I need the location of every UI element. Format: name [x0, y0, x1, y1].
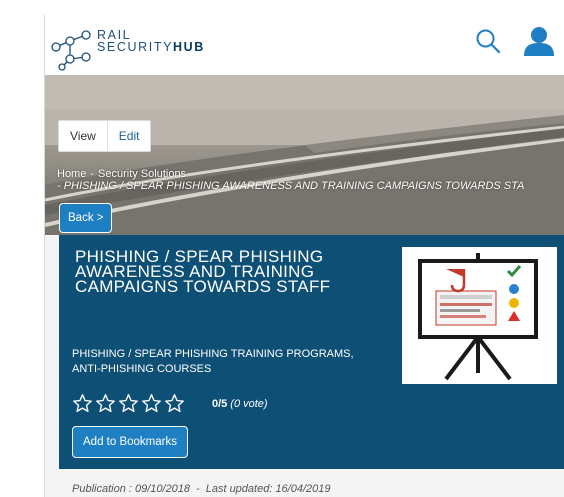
railway-background-image [45, 75, 564, 235]
star-icon[interactable] [72, 393, 93, 414]
site-header: RAIL SECURITYHUB [45, 15, 564, 75]
publication-info: Publication : 09/10/2018- Last updated: 1… [72, 483, 331, 495]
breadcrumb: Home - Security Solutions - PHISHING / SPE… [57, 168, 564, 192]
back-button[interactable]: Back > [59, 203, 113, 233]
star-icon[interactable] [141, 393, 162, 414]
star-icon[interactable] [164, 393, 185, 414]
view-edit-tabs: View Edit [58, 120, 152, 152]
tab-edit[interactable]: Edit [106, 121, 151, 151]
tab-view[interactable]: View [59, 121, 107, 151]
rating-votes: (0 vote) [230, 398, 268, 410]
publication-separator: - [196, 483, 200, 495]
article-panel: PHISHING / SPEAR PHISHING AWARENESS AND … [59, 235, 564, 469]
logo-wordmark[interactable]: RAIL SECURITYHUB [97, 29, 205, 54]
logo-line-2: SECURITYHUB [97, 40, 205, 54]
article-title: PHISHING / SPEAR PHISHING AWARENESS AND … [75, 247, 331, 296]
publication-date: Publication : 09/10/2018 [72, 483, 191, 495]
logo-hub: HUB [173, 40, 205, 54]
logo-security: SECURITY [97, 40, 174, 54]
hero-banner: View Edit Home - Security Solutions - PHIS… [45, 75, 564, 235]
rating-score: 0/5 [212, 398, 228, 410]
last-updated-date: Last updated: 16/04/2019 [205, 483, 331, 495]
rating-summary: 0/5 (0 vote) [212, 398, 268, 410]
page-frame: RAIL SECURITYHUB View Edit Home - Security [44, 15, 564, 497]
breadcrumb-section-link[interactable]: Security Solutions [98, 168, 186, 180]
article-subtitle: PHISHING / SPEAR PHISHING TRAINING PROGR… [72, 348, 354, 375]
star-icon[interactable] [95, 393, 116, 414]
star-icon[interactable] [118, 393, 139, 414]
presentation-board-image [402, 247, 557, 384]
breadcrumb-separator: - [90, 168, 95, 180]
user-icon[interactable] [522, 26, 556, 56]
breadcrumb-home-link[interactable]: Home [57, 168, 86, 180]
breadcrumb-current: - PHISHING / SPEAR PHISHING AWARENESS AN… [57, 180, 525, 192]
add-to-bookmarks-button[interactable]: Add to Bookmarks [72, 426, 188, 458]
search-icon[interactable] [475, 28, 501, 54]
star-rating [72, 393, 185, 414]
